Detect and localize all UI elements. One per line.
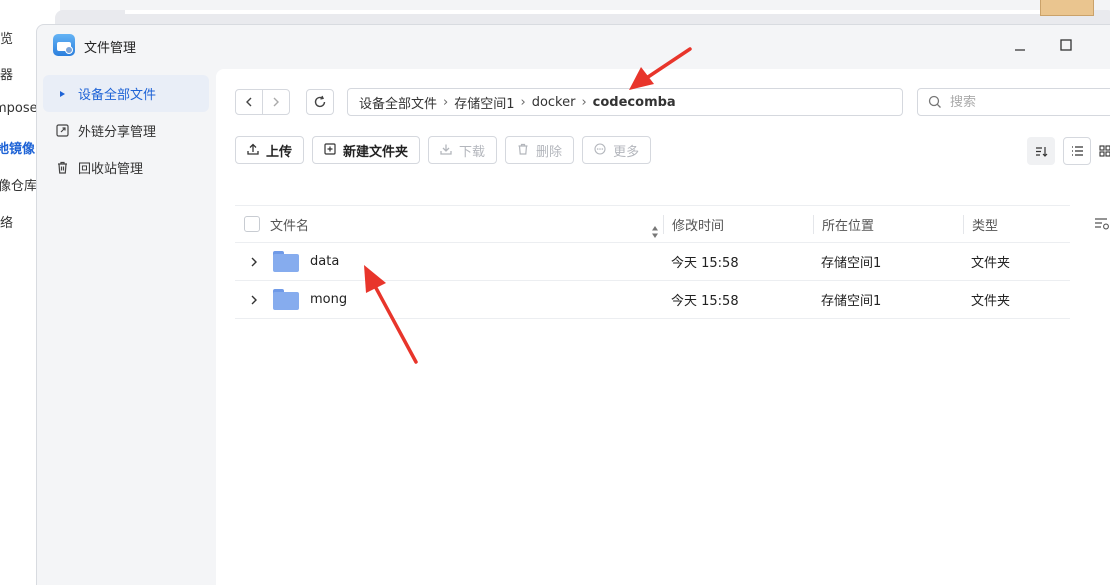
type-cell: 文件夹 (971, 294, 1011, 309)
chevron-right-icon[interactable] (248, 295, 260, 305)
breadcrumb-item[interactable]: docker (532, 95, 576, 110)
chevron-right-icon: › (520, 94, 526, 110)
breadcrumb: 设备全部文件 › 存储空间1 › docker › codecomba (347, 88, 903, 116)
forward-button[interactable] (262, 90, 289, 114)
list-view-icon (1071, 146, 1083, 156)
header-modified-column[interactable]: 修改时间 (663, 214, 813, 234)
type-cell: 文件夹 (971, 256, 1011, 271)
location-cell: 存储空间1 (821, 256, 882, 271)
file-name-cell: mong (235, 289, 663, 310)
history-nav (235, 89, 290, 115)
sidebar: 设备全部文件 外链分享管理 回收站管理 (43, 75, 209, 186)
file-manager-app-icon (53, 34, 75, 56)
background-nav-item[interactable]: 像仓库 (0, 175, 37, 194)
modified-cell: 今天 15:58 (671, 256, 739, 271)
background-nav-item[interactable]: mpose (0, 101, 38, 116)
sidebar-item-label: 回收站管理 (78, 162, 144, 177)
sort-icon (1035, 146, 1047, 157)
sidebar-item-share-links[interactable]: 外链分享管理 (43, 112, 209, 149)
delete-button[interactable]: 删除 (505, 136, 575, 164)
folder-icon (273, 289, 299, 310)
background-nav-item[interactable]: 络 (0, 212, 13, 231)
file-name[interactable]: mong (310, 292, 347, 307)
search-box (917, 88, 1110, 116)
header-type-column[interactable]: 类型 (963, 214, 1070, 234)
folder-icon (273, 251, 299, 272)
modified-cell: 今天 15:58 (671, 294, 739, 309)
sidebar-item-all-files[interactable]: 设备全部文件 (43, 75, 209, 112)
background-nav-item[interactable]: 览 (0, 28, 13, 47)
background-nav-item-active[interactable]: 地镜像 (0, 138, 35, 157)
maximize-icon (1060, 39, 1072, 51)
file-table: 文件名 修改时间 所在位置 类型 data 今天 15:58 存储空间1 文件夹… (235, 205, 1070, 319)
sort-arrows-icon[interactable] (651, 225, 659, 239)
search-input[interactable] (950, 94, 1100, 110)
header-location-column[interactable]: 所在位置 (813, 214, 963, 234)
background-nav-item[interactable]: 器 (0, 64, 13, 83)
grid-view-icon (1099, 145, 1110, 157)
window-titlebar[interactable]: 文件管理 (37, 25, 1110, 67)
refresh-button[interactable] (306, 89, 334, 115)
new-folder-label: 新建文件夹 (343, 144, 409, 160)
chevron-right-icon (273, 97, 279, 107)
breadcrumb-item[interactable]: 存储空间1 (454, 93, 514, 112)
more-button[interactable]: 更多 (582, 136, 652, 164)
file-name[interactable]: data (310, 254, 339, 269)
sidebar-item-recycle-bin[interactable]: 回收站管理 (43, 149, 209, 186)
breadcrumb-current[interactable]: codecomba (593, 95, 676, 110)
toolbar: 上传 新建文件夹 下载 删除 更多 (235, 136, 652, 164)
select-all-checkbox[interactable] (244, 216, 260, 232)
sidebar-item-label: 外链分享管理 (78, 125, 157, 140)
trash-icon (55, 161, 69, 174)
breadcrumb-item[interactable]: 设备全部文件 (359, 93, 437, 112)
download-label: 下载 (459, 144, 486, 160)
header-name-label: 文件名 (270, 218, 310, 234)
trash-icon (517, 143, 529, 158)
file-name-cell: data (235, 251, 663, 272)
column-settings-icon (1095, 218, 1109, 230)
download-icon (440, 143, 452, 158)
table-row[interactable]: data 今天 15:58 存储空间1 文件夹 (235, 243, 1070, 281)
sort-button[interactable] (1027, 137, 1055, 165)
chevron-right-icon[interactable] (248, 257, 260, 267)
view-toggle (1063, 137, 1110, 165)
background-window-edge (125, 10, 1045, 14)
minimize-button[interactable] (1010, 35, 1030, 55)
download-button[interactable]: 下载 (428, 136, 498, 164)
window-title: 文件管理 (84, 41, 137, 56)
delete-label: 删除 (536, 144, 563, 160)
back-button[interactable] (236, 90, 262, 114)
more-label: 更多 (613, 144, 640, 160)
chevron-right-icon: › (581, 94, 587, 110)
location-cell: 存储空间1 (821, 294, 882, 309)
table-header: 文件名 修改时间 所在位置 类型 (235, 205, 1070, 243)
grid-view-button[interactable] (1091, 137, 1110, 165)
search-icon (928, 95, 941, 108)
sidebar-item-label: 设备全部文件 (78, 88, 157, 103)
link-icon (55, 124, 69, 137)
maximize-button[interactable] (1056, 35, 1076, 55)
chevron-right-icon: › (443, 94, 449, 110)
caret-right-icon (55, 90, 69, 98)
new-folder-button[interactable]: 新建文件夹 (312, 136, 421, 164)
upload-button[interactable]: 上传 (235, 136, 305, 164)
table-row[interactable]: mong 今天 15:58 存储空间1 文件夹 (235, 281, 1070, 319)
background-desktop-element (1040, 0, 1094, 16)
list-view-button[interactable] (1063, 137, 1091, 165)
new-folder-icon (324, 142, 336, 158)
minimize-icon (1015, 49, 1025, 51)
upload-icon (247, 143, 259, 158)
upload-label: 上传 (266, 144, 293, 160)
chevron-left-icon (246, 97, 252, 107)
header-name-column[interactable]: 文件名 (235, 215, 663, 238)
column-settings-button[interactable] (1094, 217, 1110, 234)
file-manager-window: 文件管理 设备全部文件 外链分享管理 回收站管理 设备全部文件 › 存储空间1 … (36, 24, 1110, 585)
main-panel: 设备全部文件 › 存储空间1 › docker › codecomba 上传 (216, 69, 1110, 585)
refresh-icon (314, 95, 326, 108)
more-icon (594, 142, 606, 158)
